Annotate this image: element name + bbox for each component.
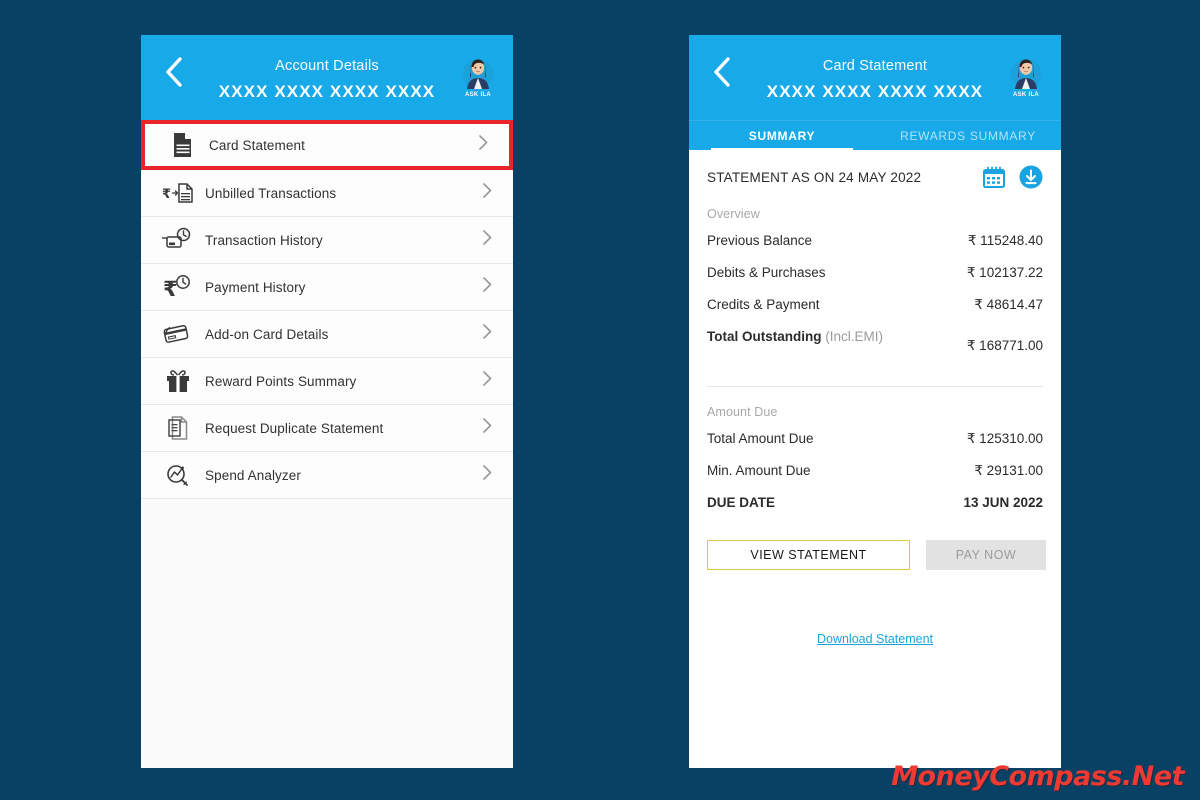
account-details-screen: Account Details XXXX XXXX XXXX XXXX ASK … (141, 35, 513, 768)
gift-icon (161, 368, 195, 394)
chevron-right-icon (483, 230, 497, 250)
row-label: Previous Balance (707, 233, 813, 248)
left-app-header: Account Details XXXX XXXX XXXX XXXX ASK … (141, 35, 513, 120)
row-credits-payment: Credits & Payment ₹ 48614.47 (707, 289, 1043, 321)
row-value: 13 JUN 2022 (963, 495, 1043, 510)
chevron-right-icon (483, 183, 497, 203)
page-title: Account Details (275, 58, 379, 74)
menu-item-label: Add-on Card Details (205, 326, 329, 342)
menu-item-reward-points-summary[interactable]: Reward Points Summary (141, 358, 513, 405)
avatar[interactable]: ASK ILA (457, 55, 499, 105)
tab-rewards-summary[interactable]: REWARDS SUMMARY (875, 121, 1061, 150)
menu-item-card-statement[interactable]: Card Statement (145, 124, 509, 166)
download-circle-icon[interactable] (1019, 165, 1043, 189)
masked-card-number: XXXX XXXX XXXX XXXX (218, 82, 436, 101)
menu-item-label: Reward Points Summary (205, 373, 357, 389)
duplicate-document-icon (161, 415, 195, 441)
download-statement-link-wrap: Download Statement (707, 570, 1043, 648)
masked-card-number: XXXX XXXX XXXX XXXX (766, 82, 984, 101)
row-min-amount-due: Min. Amount Due ₹ 29131.00 (707, 455, 1043, 487)
row-value: ₹ 125310.00 (966, 431, 1043, 446)
chevron-right-icon (483, 324, 497, 344)
chevron-left-icon (166, 57, 182, 87)
row-value: ₹ 29131.00 (974, 463, 1043, 478)
statement-tab-bar: SUMMARY REWARDS SUMMARY (689, 120, 1061, 150)
rupee-clock-icon: ₹ (161, 274, 195, 300)
row-label: Credits & Payment (707, 297, 820, 312)
chevron-right-icon (483, 277, 497, 297)
card-statement-screen: Card Statement XXXX XXXX XXXX XXXX ASK I… (689, 35, 1061, 768)
row-debits-purchases: Debits & Purchases ₹ 102137.22 (707, 257, 1043, 289)
svg-text:₹: ₹ (162, 187, 171, 202)
chevron-right-icon (483, 371, 497, 391)
row-label: Total Amount Due (707, 431, 814, 446)
menu-item-unbilled-transactions[interactable]: ₹ Unbilled Transactions (141, 170, 513, 217)
menu-item-label: Spend Analyzer (205, 467, 301, 483)
tab-summary[interactable]: SUMMARY (689, 121, 875, 150)
menu-item-label: Request Duplicate Statement (205, 420, 384, 436)
chevron-right-icon (483, 465, 497, 485)
row-total-outstanding: Total Outstanding (Incl.EMI) ₹ 168771.00 (707, 321, 1043, 362)
statement-summary-body: STATEMENT AS ON 24 MAY 2022 Overview Pre… (689, 150, 1061, 768)
row-label: Debits & Purchases (707, 265, 826, 280)
download-statement-link[interactable]: Download Statement (817, 632, 933, 646)
chevron-right-icon (479, 135, 493, 155)
rupee-document-icon: ₹ (161, 181, 195, 205)
pay-now-button[interactable]: PAY NOW (926, 540, 1046, 570)
row-label: Min. Amount Due (707, 463, 811, 478)
right-app-header: Card Statement XXXX XXXX XXXX XXXX ASK I… (689, 35, 1061, 120)
row-previous-balance: Previous Balance ₹ 115248.40 (707, 225, 1043, 257)
card-statement-highlight-box: Card Statement (141, 120, 513, 170)
menu-item-label: Transaction History (205, 232, 323, 248)
account-menu-list: Card Statement ₹ Unbilled Transactions T… (141, 120, 513, 499)
menu-item-label: Card Statement (209, 137, 305, 153)
avatar-label: ASK ILA (464, 92, 492, 98)
ask-ila-assistant-icon (1011, 59, 1041, 89)
menu-item-request-duplicate-statement[interactable]: Request Duplicate Statement (141, 405, 513, 452)
menu-item-label: Payment History (205, 279, 306, 295)
chevron-right-icon (483, 418, 497, 438)
section-divider (707, 386, 1043, 387)
back-button[interactable] (163, 55, 185, 89)
ask-ila-assistant-icon (463, 59, 493, 89)
row-label: Total Outstanding (Incl.EMI) (707, 329, 967, 344)
menu-item-label: Unbilled Transactions (205, 185, 337, 201)
row-due-date: DUE DATE 13 JUN 2022 (707, 487, 1043, 518)
row-value: ₹ 115248.40 (967, 233, 1043, 248)
card-clock-icon (161, 227, 195, 253)
menu-item-transaction-history[interactable]: Transaction History (141, 217, 513, 264)
avatar-label: ASK ILA (1012, 92, 1040, 98)
row-total-amount-due: Total Amount Due ₹ 125310.00 (707, 423, 1043, 455)
total-outstanding-sublabel: (Incl.EMI) (821, 329, 884, 344)
back-button[interactable] (711, 55, 733, 89)
row-value: ₹ 102137.22 (966, 265, 1043, 280)
page-title: Card Statement (822, 58, 928, 74)
document-lines-icon (165, 132, 199, 158)
avatar[interactable]: ASK ILA (1005, 55, 1047, 105)
menu-item-payment-history[interactable]: ₹ Payment History (141, 264, 513, 311)
row-value: ₹ 168771.00 (966, 338, 1043, 353)
statement-as-on-label: STATEMENT AS ON 24 MAY 2022 (707, 169, 922, 185)
statement-date-bar: STATEMENT AS ON 24 MAY 2022 (707, 150, 1043, 199)
chevron-left-icon (714, 57, 730, 87)
svg-text:₹: ₹ (163, 277, 178, 300)
row-label: DUE DATE (707, 495, 776, 510)
menu-item-spend-analyzer[interactable]: Spend Analyzer (141, 452, 513, 499)
amount-due-section-label: Amount Due (707, 405, 778, 419)
calendar-icon[interactable] (983, 166, 1005, 188)
row-value: ₹ 48614.47 (974, 297, 1043, 312)
view-statement-button[interactable]: VIEW STATEMENT (707, 540, 910, 570)
menu-item-addon-card-details[interactable]: Add-on Card Details (141, 311, 513, 358)
statement-action-buttons: VIEW STATEMENT PAY NOW (707, 518, 1046, 570)
total-outstanding-label: Total Outstanding (707, 329, 822, 344)
watermark: MoneyCompass.Net (891, 761, 1184, 792)
overview-section-label: Overview (707, 207, 760, 221)
analytics-magnifier-icon (161, 463, 195, 487)
credit-cards-icon (161, 323, 195, 345)
